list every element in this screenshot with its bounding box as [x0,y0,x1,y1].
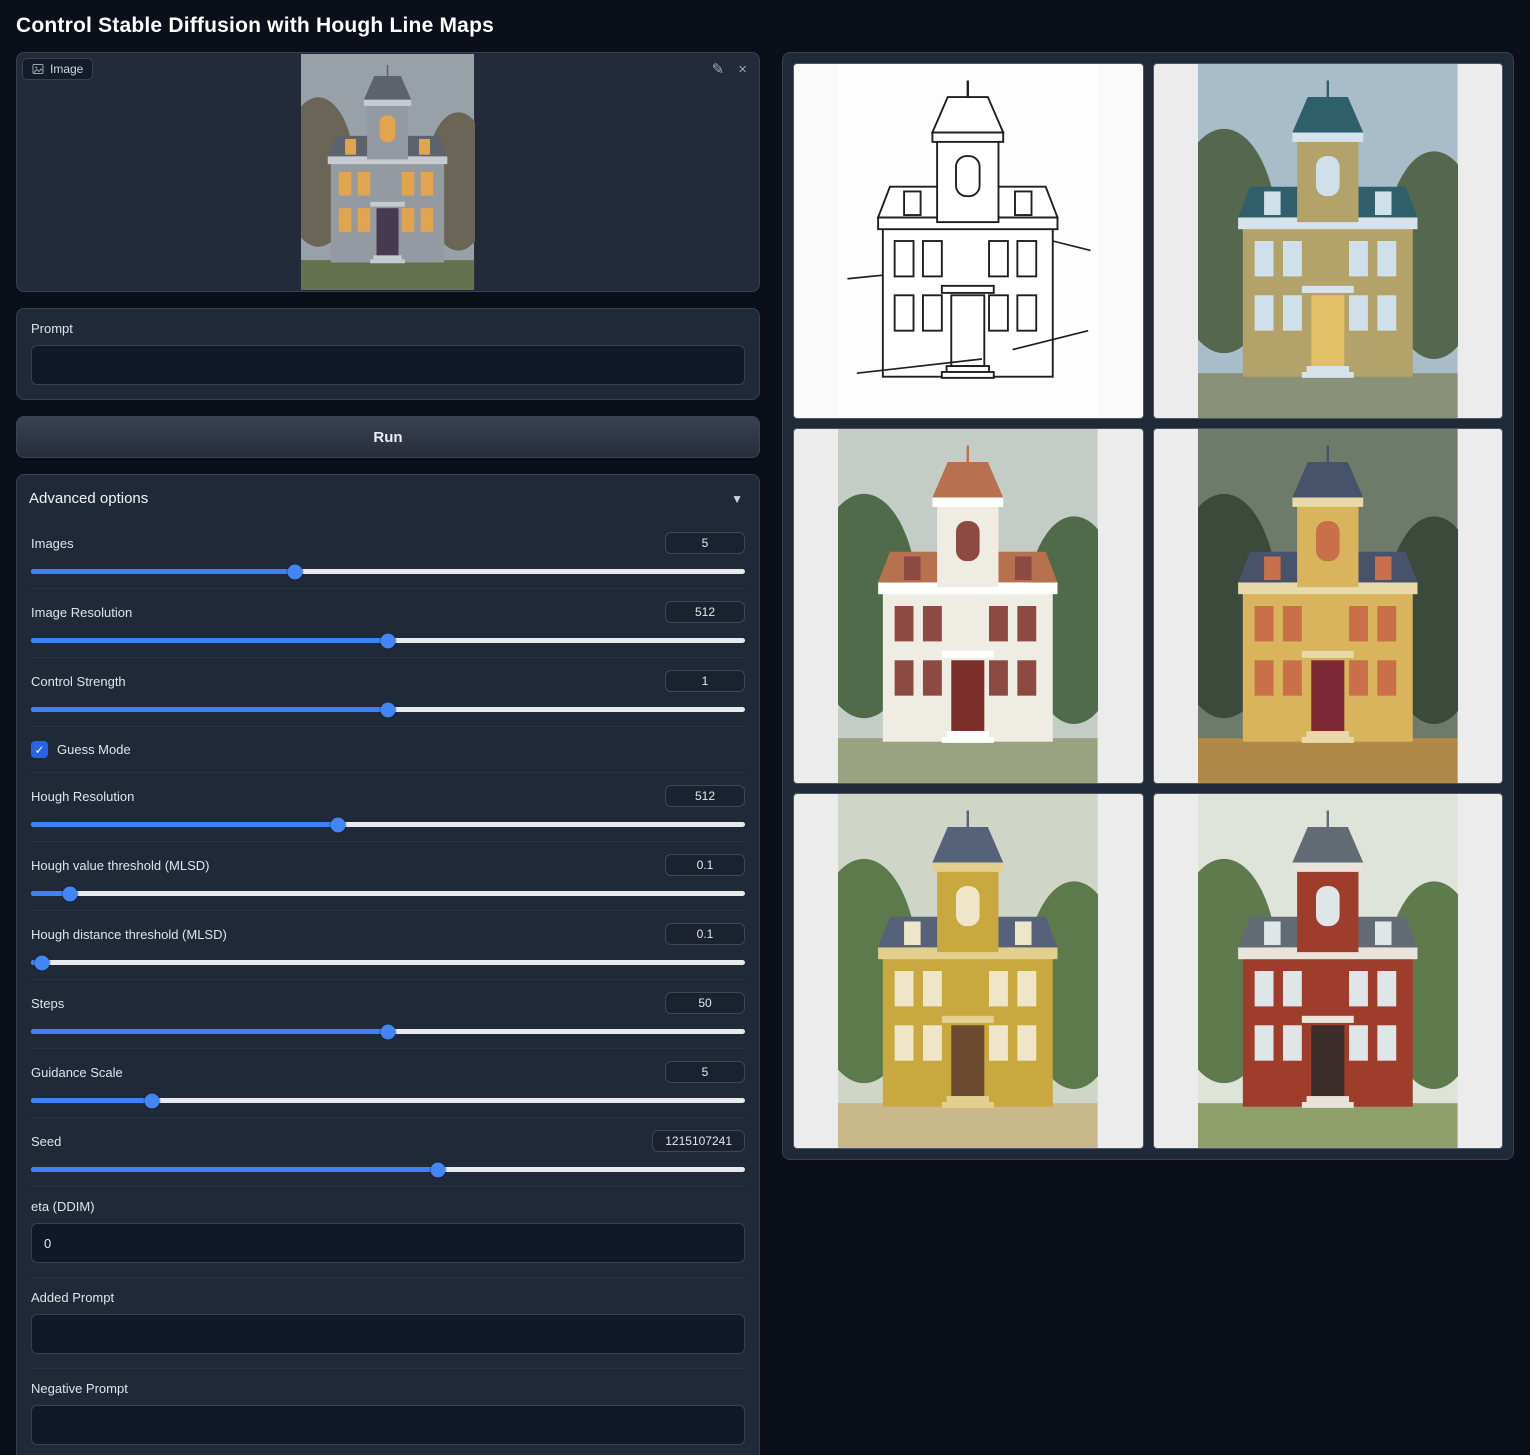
advanced-options-items: Images 5 Image Resolution 512 Control Streng… [17,520,759,1455]
slider-row-seed: Seed 1215107241 [31,1118,745,1187]
slider-value-steps[interactable]: 50 [665,992,745,1014]
slider-handle-steps[interactable] [381,1024,396,1039]
prompt-block: Prompt [16,308,760,400]
controls-column: Image ✎ × Prompt Run Advanced options ▼ … [16,52,760,1455]
output-gallery [782,52,1514,1160]
advanced-options-accordion[interactable]: Advanced options ▼ [17,475,759,520]
slider-track-steps[interactable] [31,1029,745,1034]
slider-label-image-resolution: Image Resolution [31,605,132,620]
guess-mode-checkbox[interactable]: ✓ [31,741,48,758]
results-column [782,52,1514,1160]
slider-handle-hough-resolution[interactable] [331,817,346,832]
slider-handle-guidance-scale[interactable] [145,1093,160,1108]
slider-row-hough-distance-threshold-mlsd: Hough distance threshold (MLSD) 0.1 [31,911,745,980]
slider-row-images: Images 5 [31,520,745,589]
gallery-item-result-1[interactable] [1153,63,1504,419]
slider-label-guidance-scale: Guidance Scale [31,1065,123,1080]
main-columns: Image ✎ × Prompt Run Advanced options ▼ … [16,52,1514,1455]
slider-value-seed[interactable]: 1215107241 [652,1130,745,1152]
slider-track-hough-value-threshold-mlsd[interactable] [31,891,745,896]
slider-row-steps: Steps 50 [31,980,745,1049]
textbox-row-eta-ddim: eta (DDIM) [31,1187,745,1278]
textbox-row-negative-prompt: Negative Prompt [31,1369,745,1455]
textbox-label-eta-ddim: eta (DDIM) [31,1199,745,1214]
gallery-item-hough-line-map[interactable] [793,63,1144,419]
slider-handle-hough-distance-threshold-mlsd[interactable] [34,955,49,970]
slider-label-images: Images [31,536,74,551]
slider-track-seed[interactable] [31,1167,745,1172]
slider-value-image-resolution[interactable]: 512 [665,601,745,623]
slider-row-guidance-scale: Guidance Scale 5 [31,1049,745,1118]
gallery-item-result-3[interactable] [1153,428,1504,784]
accordion-title: Advanced options [29,490,148,507]
edit-image-button[interactable]: ✎ [708,59,729,80]
textbox-label-negative-prompt: Negative Prompt [31,1381,745,1396]
slider-label-hough-resolution: Hough Resolution [31,789,134,804]
slider-fill [31,1098,152,1103]
slider-track-control-strength[interactable] [31,707,745,712]
slider-fill [31,569,295,574]
prompt-input[interactable] [31,345,745,385]
image-input-component[interactable]: Image ✎ × [16,52,760,292]
slider-label-hough-value-threshold-mlsd: Hough value threshold (MLSD) [31,858,209,873]
slider-track-image-resolution[interactable] [31,638,745,643]
slider-track-hough-resolution[interactable] [31,822,745,827]
slider-row-hough-resolution: Hough Resolution 512 [31,773,745,842]
slider-handle-control-strength[interactable] [381,702,396,717]
gallery-item-result-4[interactable] [793,793,1144,1149]
slider-track-guidance-scale[interactable] [31,1098,745,1103]
slider-fill [31,707,388,712]
slider-handle-seed[interactable] [430,1162,445,1177]
image-input-label: Image [22,58,93,80]
slider-track-images[interactable] [31,569,745,574]
app-root: Control Stable Diffusion with Hough Line… [0,0,1530,1455]
slider-label-seed: Seed [31,1134,61,1149]
slider-row-image-resolution: Image Resolution 512 [31,589,745,658]
slider-value-images[interactable]: 5 [665,532,745,554]
eta-ddim-input[interactable] [31,1223,745,1263]
slider-row-hough-value-threshold-mlsd: Hough value threshold (MLSD) 0.1 [31,842,745,911]
gallery-item-result-2[interactable] [793,428,1144,784]
clear-image-button[interactable]: × [734,59,751,80]
check-icon: ✓ [34,744,44,756]
slider-value-hough-resolution[interactable]: 512 [665,785,745,807]
gallery-grid [793,63,1503,1149]
image-toolbar: ✎ × [708,59,751,80]
slider-handle-image-resolution[interactable] [381,633,396,648]
image-input-label-text: Image [50,62,83,76]
slider-fill [31,1167,438,1172]
slider-value-hough-value-threshold-mlsd[interactable]: 0.1 [665,854,745,876]
run-button[interactable]: Run [16,416,760,458]
slider-handle-hough-value-threshold-mlsd[interactable] [63,886,78,901]
slider-label-hough-distance-threshold-mlsd: Hough distance threshold (MLSD) [31,927,227,942]
slider-fill [31,1029,388,1034]
gallery-item-result-5[interactable] [1153,793,1504,1149]
slider-value-guidance-scale[interactable]: 5 [665,1061,745,1083]
chevron-down-icon: ▼ [731,492,743,506]
image-icon [32,63,44,75]
negative-prompt-input[interactable] [31,1405,745,1445]
textbox-label-added-prompt: Added Prompt [31,1290,745,1305]
slider-label-control-strength: Control Strength [31,674,126,689]
slider-value-hough-distance-threshold-mlsd[interactable]: 0.1 [665,923,745,945]
checkbox-label-guess-mode: Guess Mode [57,742,131,757]
added-prompt-input[interactable] [31,1314,745,1354]
uploaded-image[interactable] [17,53,759,291]
slider-row-control-strength: Control Strength 1 [31,658,745,727]
textbox-row-added-prompt: Added Prompt [31,1278,745,1369]
slider-handle-images[interactable] [288,564,303,579]
slider-fill [31,822,338,827]
slider-label-steps: Steps [31,996,64,1011]
slider-track-hough-distance-threshold-mlsd[interactable] [31,960,745,965]
advanced-options-panel: Advanced options ▼ Images 5 Image Resoluti… [16,474,760,1455]
slider-value-control-strength[interactable]: 1 [665,670,745,692]
prompt-label: Prompt [31,321,745,336]
checkbox-row-guess-mode: ✓ Guess Mode [31,727,745,773]
page-title: Control Stable Diffusion with Hough Line… [16,14,1514,38]
slider-fill [31,638,388,643]
